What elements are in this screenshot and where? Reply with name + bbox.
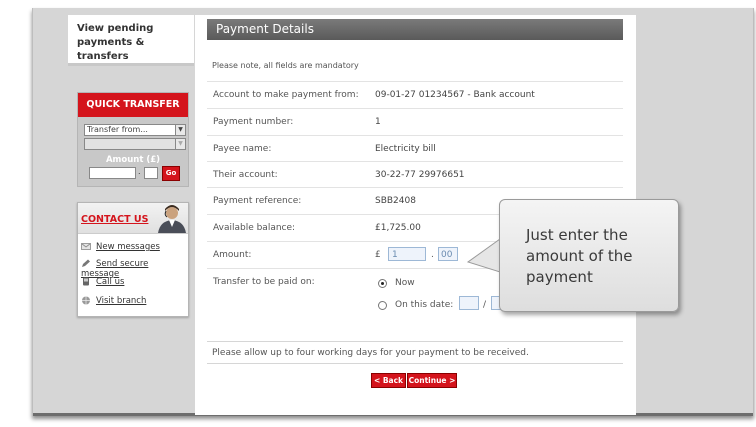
- contact-us-title[interactable]: CONTACT US: [81, 214, 148, 225]
- transfer-from-value: Transfer from...: [87, 125, 148, 134]
- field-label: Their account:: [213, 170, 278, 180]
- field-row: Account to make payment from: 09-01-27 0…: [207, 81, 623, 108]
- transfer-from-select[interactable]: Transfer from... ▼: [84, 124, 186, 136]
- amount-label: Amount:: [213, 250, 252, 260]
- pending-payments-link[interactable]: View pending payments & transfers: [77, 22, 195, 64]
- field-label: Payment reference:: [213, 196, 302, 206]
- back-button[interactable]: < Back: [371, 373, 406, 388]
- field-value: Electricity bill: [375, 144, 436, 154]
- send-secure-message-label: Send secure message: [81, 259, 149, 279]
- quick-amount-label: Amount (£): [105, 155, 161, 165]
- page-header: Payment Details: [207, 19, 623, 40]
- continue-button[interactable]: Continue >: [407, 373, 457, 388]
- contact-us-panel: CONTACT US New messages Send secure mess…: [77, 202, 189, 317]
- quick-transfer-title: QUICK TRANSFER: [78, 93, 188, 117]
- field-value: 30-22-77 29976651: [375, 170, 465, 180]
- quick-transfer-panel: QUICK TRANSFER Transfer from... ▼ ▼ Amou…: [77, 92, 189, 187]
- callout-pointer: [466, 238, 501, 273]
- divider: [207, 363, 623, 364]
- chevron-down-icon[interactable]: ▼: [175, 125, 185, 135]
- transfer-date-label: Transfer to be paid on:: [213, 277, 315, 287]
- tooltip-callout: Just enter the amount of the payment: [499, 199, 679, 312]
- radio-on-date-label: On this date:: [395, 300, 454, 310]
- agent-portrait-icon: [158, 205, 186, 233]
- radio-now[interactable]: [378, 279, 387, 288]
- chevron-down-icon[interactable]: ▼: [175, 139, 185, 149]
- globe-icon: [82, 296, 90, 305]
- callout-text: Just enter the amount of the payment: [526, 226, 633, 286]
- page-title: Payment Details: [216, 22, 314, 36]
- processing-info: Please allow up to four working days for…: [212, 348, 529, 358]
- transfer-to-select[interactable]: ▼: [84, 138, 186, 150]
- visit-branch-label: Visit branch: [96, 296, 147, 306]
- send-secure-message-link[interactable]: Send secure message: [81, 259, 188, 279]
- currency-symbol: £: [375, 250, 381, 260]
- field-label: Account to make payment from:: [213, 90, 359, 100]
- pending-payments-panel[interactable]: View pending payments & transfers: [68, 15, 194, 66]
- field-value: 1: [375, 117, 381, 127]
- radio-now-label: Now: [395, 278, 415, 288]
- contact-header: CONTACT US: [78, 203, 188, 234]
- call-us-link[interactable]: Call us: [81, 277, 124, 287]
- field-value: £1,725.00: [375, 223, 421, 233]
- amount-pounds-input[interactable]: 1: [388, 247, 426, 261]
- date-day-input[interactable]: [459, 296, 479, 310]
- mandatory-note: Please note, all fields are mandatory: [212, 61, 359, 70]
- amount-separator: .: [431, 250, 434, 260]
- field-row: Payee name: Electricity bill: [207, 135, 623, 162]
- call-us-label: Call us: [96, 277, 125, 287]
- quick-amount-separator: .: [138, 167, 141, 176]
- quick-amount-pounds-input[interactable]: [89, 167, 136, 179]
- envelope-icon: [81, 243, 91, 250]
- divider: [207, 341, 623, 342]
- pen-icon: [82, 259, 90, 267]
- field-value: SBB2408: [375, 196, 416, 206]
- field-label: Payee name:: [213, 144, 272, 154]
- go-button[interactable]: Go: [162, 166, 180, 181]
- field-row: Payment number: 1: [207, 108, 623, 135]
- new-messages-label: New messages: [96, 242, 160, 252]
- new-messages-link[interactable]: New messages: [81, 242, 160, 252]
- visit-branch-link[interactable]: Visit branch: [81, 296, 146, 306]
- field-value: 09-01-27 01234567 - Bank account: [375, 90, 535, 100]
- field-row: Their account: 30-22-77 29976651: [207, 161, 623, 188]
- quick-amount-pence-input[interactable]: [144, 167, 158, 179]
- amount-pence-input[interactable]: 00: [438, 247, 458, 261]
- phone-icon: [83, 277, 89, 286]
- date-separator: /: [483, 300, 487, 310]
- field-label: Available balance:: [213, 223, 296, 233]
- radio-on-date[interactable]: [378, 301, 387, 310]
- field-label: Payment number:: [213, 117, 294, 127]
